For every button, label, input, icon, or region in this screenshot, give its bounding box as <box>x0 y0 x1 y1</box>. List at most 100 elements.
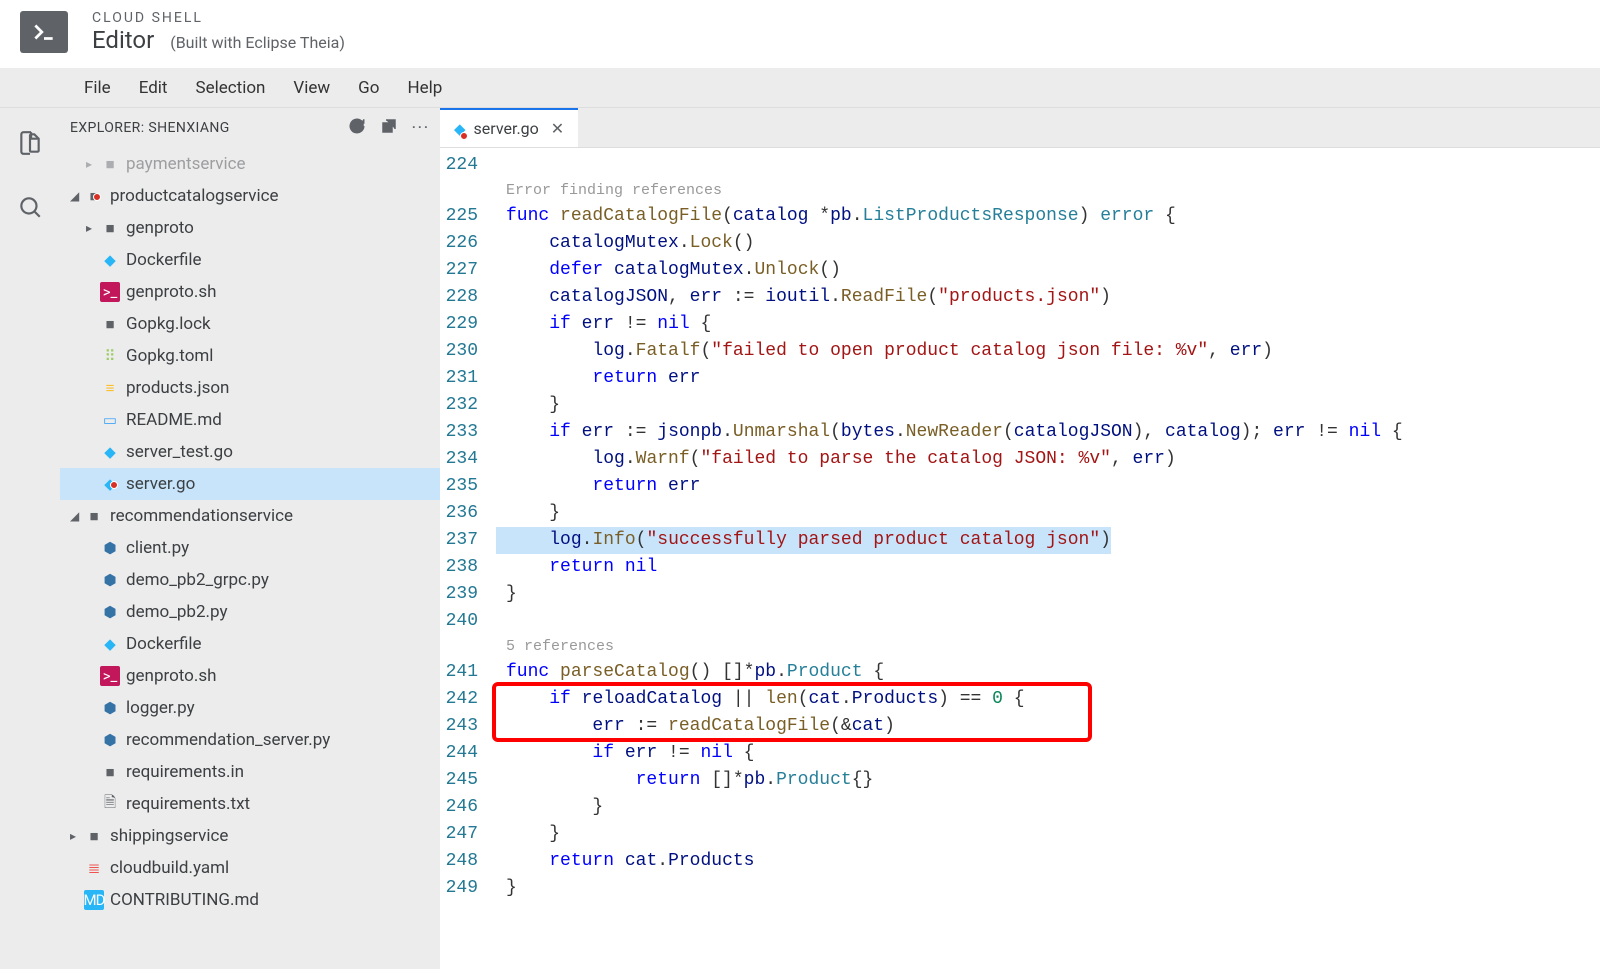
code-content[interactable]: } <box>496 821 560 848</box>
cloud-shell-header: CLOUD SHELL Editor (Built with Eclipse T… <box>0 0 1600 68</box>
codelens[interactable]: 5 references <box>440 635 1600 659</box>
code-content[interactable]: log.Warnf("failed to parse the catalog J… <box>496 446 1176 473</box>
code-line[interactable]: 230 log.Fatalf("failed to open product c… <box>440 338 1600 365</box>
code-line[interactable]: 226 catalogMutex.Lock() <box>440 230 1600 257</box>
code-line[interactable]: 247 } <box>440 821 1600 848</box>
code-content[interactable]: } <box>496 794 603 821</box>
explorer-icon[interactable] <box>17 130 43 160</box>
code-line[interactable]: 232 } <box>440 392 1600 419</box>
code-line[interactable]: 229 if err != nil { <box>440 311 1600 338</box>
code-line[interactable]: 237 log.Info("successfully parsed produc… <box>440 527 1600 554</box>
code-content[interactable] <box>496 152 506 179</box>
folder-productcatalogservice[interactable]: ◢■productcatalogservice <box>60 180 440 212</box>
folder-recommendationservice[interactable]: ◢■recommendationservice <box>60 500 440 532</box>
menu-go[interactable]: Go <box>358 78 379 98</box>
code-content[interactable]: return err <box>496 365 700 392</box>
code-content[interactable]: defer catalogMutex.Unlock() <box>496 257 841 284</box>
code-line[interactable]: 225func readCatalogFile(catalog *pb.List… <box>440 203 1600 230</box>
file-genproto-sh[interactable]: ▸>_genproto.sh <box>60 660 440 692</box>
code-line[interactable]: 234 log.Warnf("failed to parse the catal… <box>440 446 1600 473</box>
code-line[interactable]: 238 return nil <box>440 554 1600 581</box>
code-content[interactable]: log.Fatalf("failed to open product catal… <box>496 338 1273 365</box>
code-content[interactable]: if err := jsonpb.Unmarshal(bytes.NewRead… <box>496 419 1403 446</box>
code-content[interactable]: } <box>496 875 517 902</box>
file-genproto-sh[interactable]: ▸>_genproto.sh <box>60 276 440 308</box>
tab-server-go[interactable]: ◆server.go✕ <box>440 108 578 147</box>
code-content[interactable]: err := readCatalogFile(&cat) <box>496 713 895 740</box>
code-line[interactable]: 242 if reloadCatalog || len(cat.Products… <box>440 686 1600 713</box>
code-line[interactable]: 227 defer catalogMutex.Unlock() <box>440 257 1600 284</box>
code-content[interactable] <box>496 608 506 635</box>
code-content[interactable]: if err != nil { <box>496 740 754 767</box>
file-icon: ◆ <box>100 475 120 493</box>
file-gopkg-toml[interactable]: ▸⠿Gopkg.toml <box>60 340 440 372</box>
more-icon[interactable]: ··· <box>412 120 430 136</box>
code-editor[interactable]: 224Error finding references225func readC… <box>440 148 1600 969</box>
file-dockerfile[interactable]: ▸◆Dockerfile <box>60 628 440 660</box>
activity-bar <box>0 108 60 969</box>
file-readme-md[interactable]: ▸▭README.md <box>60 404 440 436</box>
code-line[interactable]: 239} <box>440 581 1600 608</box>
code-line[interactable]: 249} <box>440 875 1600 902</box>
code-content[interactable]: if err != nil { <box>496 311 711 338</box>
code-line[interactable]: 245 return []*pb.Product{} <box>440 767 1600 794</box>
code-content[interactable]: } <box>496 500 560 527</box>
tree-label: demo_pb2.py <box>126 602 228 622</box>
file-paymentservice[interactable]: ▸■paymentservice <box>60 148 440 180</box>
code-content[interactable]: if reloadCatalog || len(cat.Products) ==… <box>496 686 1025 713</box>
code-content[interactable]: } <box>496 392 560 419</box>
code-line[interactable]: 248 return cat.Products <box>440 848 1600 875</box>
codelens[interactable]: Error finding references <box>440 179 1600 203</box>
file-client-py[interactable]: ▸⬢client.py <box>60 532 440 564</box>
menu-edit[interactable]: Edit <box>139 78 168 98</box>
code-content[interactable]: func readCatalogFile(catalog *pb.ListPro… <box>496 203 1176 230</box>
code-line[interactable]: 231 return err <box>440 365 1600 392</box>
code-content[interactable]: return nil <box>496 554 657 581</box>
folder-genproto[interactable]: ▸■genproto <box>60 212 440 244</box>
refresh-icon[interactable] <box>348 117 366 139</box>
file-server-go[interactable]: ▸◆server.go <box>60 468 440 500</box>
code-line[interactable]: 241func parseCatalog() []*pb.Product { <box>440 659 1600 686</box>
menu-view[interactable]: View <box>293 78 330 98</box>
file-cloudbuild-yaml[interactable]: ▸≣cloudbuild.yaml <box>60 852 440 884</box>
file-recommendation-server-py[interactable]: ▸⬢recommendation_server.py <box>60 724 440 756</box>
code-content[interactable]: return err <box>496 473 700 500</box>
collapse-all-icon[interactable] <box>380 117 398 139</box>
file-server-test-go[interactable]: ▸◆server_test.go <box>60 436 440 468</box>
search-icon[interactable] <box>17 194 43 224</box>
code-line[interactable]: 246 } <box>440 794 1600 821</box>
code-content[interactable]: catalogMutex.Lock() <box>496 230 754 257</box>
code-content[interactable]: catalogJSON, err := ioutil.ReadFile("pro… <box>496 284 1111 311</box>
menu-help[interactable]: Help <box>407 78 442 98</box>
code-content[interactable]: func parseCatalog() []*pb.Product { <box>496 659 884 686</box>
code-line[interactable]: 244 if err != nil { <box>440 740 1600 767</box>
file-products-json[interactable]: ▸≡products.json <box>60 372 440 404</box>
file-icon: ■ <box>84 507 104 525</box>
file-logger-py[interactable]: ▸⬢logger.py <box>60 692 440 724</box>
code-line[interactable]: 240 <box>440 608 1600 635</box>
editor-area: ◆server.go✕ 224Error finding references2… <box>440 108 1600 969</box>
menu-file[interactable]: File <box>84 78 111 98</box>
folder-shippingservice[interactable]: ▸■shippingservice <box>60 820 440 852</box>
menu-selection[interactable]: Selection <box>195 78 265 98</box>
file-gopkg-lock[interactable]: ▸■Gopkg.lock <box>60 308 440 340</box>
code-line[interactable]: 235 return err <box>440 473 1600 500</box>
code-line[interactable]: 243 err := readCatalogFile(&cat) <box>440 713 1600 740</box>
code-line[interactable]: 224 <box>440 152 1600 179</box>
code-content[interactable]: } <box>496 581 517 608</box>
file-demo-pb2-grpc-py[interactable]: ▸⬢demo_pb2_grpc.py <box>60 564 440 596</box>
file-contributing-md[interactable]: ▸MDCONTRIBUTING.md <box>60 884 440 916</box>
file-demo-pb2-py[interactable]: ▸⬢demo_pb2.py <box>60 596 440 628</box>
file-requirements-in[interactable]: ▸■requirements.in <box>60 756 440 788</box>
file-requirements-txt[interactable]: ▸🗎requirements.txt <box>60 788 440 820</box>
code-content[interactable]: log.Info("successfully parsed product ca… <box>496 527 1111 554</box>
code-line[interactable]: 236 } <box>440 500 1600 527</box>
code-line[interactable]: 233 if err := jsonpb.Unmarshal(bytes.New… <box>440 419 1600 446</box>
code-line[interactable]: 228 catalogJSON, err := ioutil.ReadFile(… <box>440 284 1600 311</box>
code-content[interactable]: return []*pb.Product{} <box>496 767 873 794</box>
close-icon[interactable]: ✕ <box>551 119 564 138</box>
line-number: 224 <box>440 152 496 179</box>
file-dockerfile[interactable]: ▸◆Dockerfile <box>60 244 440 276</box>
tree-label: client.py <box>126 538 189 558</box>
code-content[interactable]: return cat.Products <box>496 848 754 875</box>
